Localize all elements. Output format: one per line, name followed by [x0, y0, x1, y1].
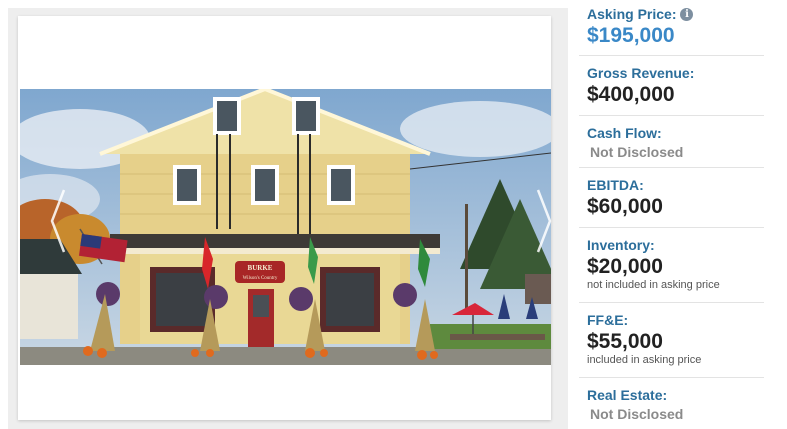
- ebitda-item: EBITDA: $60,000: [579, 168, 764, 228]
- storefront-illustration: BURKE Wilson's Country: [20, 89, 551, 365]
- store-sign-line2: Wilson's Country: [243, 276, 278, 281]
- ebitda-label: EBITDA:: [587, 177, 644, 193]
- inventory-item: Inventory: $20,000 not included in askin…: [579, 228, 764, 303]
- asking-price-item: Asking Price: i $195,000: [579, 0, 764, 56]
- gross-revenue-label: Gross Revenue:: [587, 65, 695, 81]
- cash-flow-item: Cash Flow: Not Disclosed: [579, 116, 764, 168]
- cash-flow-label: Cash Flow:: [587, 125, 662, 141]
- photo-card: BURKE Wilson's Country: [18, 16, 554, 420]
- real-estate-item: Real Estate: Not Disclosed: [579, 378, 764, 429]
- listing-photo[interactable]: BURKE Wilson's Country: [20, 89, 551, 365]
- ffe-item: FF&E: $55,000 included in asking price: [579, 303, 764, 378]
- financials-panel: Asking Price: i $195,000 Gross Revenue: …: [579, 0, 764, 429]
- inventory-label: Inventory:: [587, 237, 655, 253]
- info-icon[interactable]: i: [680, 8, 694, 21]
- asking-price-label: Asking Price:: [587, 6, 677, 22]
- inventory-note: not included in asking price: [587, 279, 720, 291]
- ffe-value: $55,000: [587, 330, 663, 353]
- real-estate-value: Not Disclosed: [590, 406, 684, 422]
- inventory-value: $20,000: [587, 255, 663, 278]
- cash-flow-value: Not Disclosed: [590, 144, 684, 160]
- ffe-label: FF&E:: [587, 312, 629, 328]
- asking-price-label-row: Asking Price: i: [587, 6, 764, 23]
- chevron-left-icon[interactable]: [48, 186, 68, 256]
- asking-price-value: $195,000: [587, 24, 675, 47]
- ebitda-value: $60,000: [587, 195, 663, 218]
- gross-revenue-value: $400,000: [587, 83, 675, 106]
- real-estate-label: Real Estate:: [587, 387, 668, 403]
- store-sign-line1: BURKE: [248, 264, 273, 272]
- chevron-right-icon[interactable]: [534, 186, 554, 256]
- photo-gallery: BURKE Wilson's Country: [8, 8, 568, 429]
- gross-revenue-item: Gross Revenue: $400,000: [579, 56, 764, 116]
- ffe-note: included in asking price: [587, 354, 702, 366]
